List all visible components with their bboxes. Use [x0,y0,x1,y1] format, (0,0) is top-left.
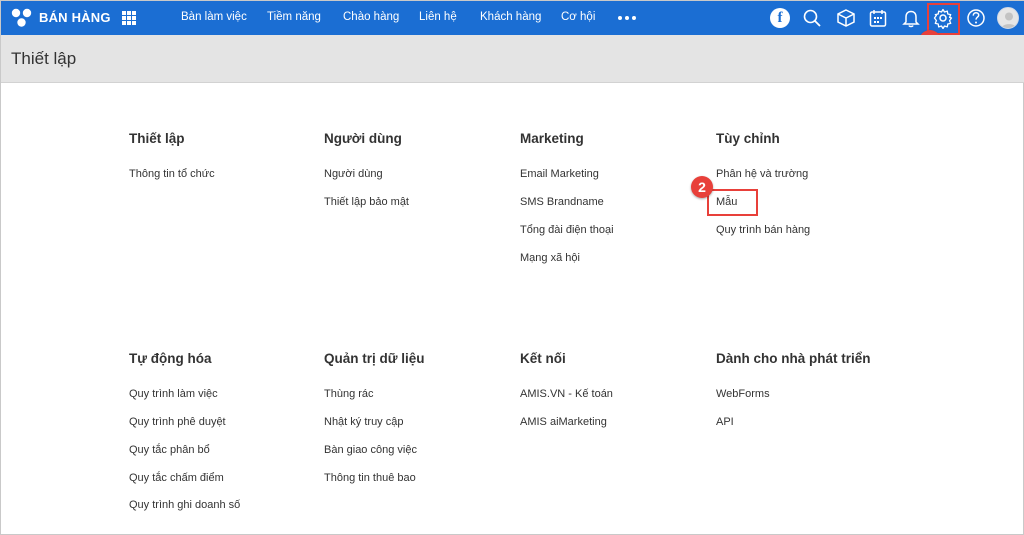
link-quy-trinh-lam-viec[interactable]: Quy trình làm việc [129,388,218,400]
calendar-icon[interactable] [867,7,889,29]
link-thiet-lap-bao-mat[interactable]: Thiết lập bảo mật [324,196,409,208]
link-quy-trinh-ghi-doanh-so[interactable]: Quy trình ghi doanh số [129,499,240,511]
link-phan-he-va-truong[interactable]: Phân hệ và trường [716,168,808,180]
page-title: Thiết lập [11,49,77,68]
top-navbar: BÁN HÀNG Bàn làm việc Tiềm năng Chào hàn… [1,1,1024,35]
link-email-marketing[interactable]: Email Marketing [520,168,599,180]
link-nhat-ky-truy-cap[interactable]: Nhật ký truy cập [324,416,403,428]
section-title-marketing: Marketing [520,131,584,146]
page-header: Thiết lập [1,35,1024,83]
link-ban-giao-cong-viec[interactable]: Bàn giao công việc [324,444,417,456]
box-icon[interactable] [835,7,857,29]
nav-lien-he[interactable]: Liên hệ [419,11,457,23]
facebook-icon[interactable]: f [770,8,790,28]
section-title-tu-dong-hoa: Tự động hóa [129,351,212,366]
nav-ban-lam-viec[interactable]: Bàn làm việc [181,11,247,23]
link-quy-trinh-phe-duyet[interactable]: Quy trình phê duyệt [129,416,226,428]
section-title-danh-cho-nha-phat-trien: Dành cho nhà phát triển [716,351,871,366]
section-title-nguoi-dung: Người dùng [324,131,402,146]
link-quy-tac-phan-bo[interactable]: Quy tắc phân bổ [129,444,210,456]
link-tong-dai-dien-thoai[interactable]: Tổng đài điện thoại [520,224,614,236]
link-thong-tin-to-chuc[interactable]: Thông tin tổ chức [129,168,215,180]
link-webforms[interactable]: WebForms [716,388,770,400]
link-amis-ke-toan[interactable]: AMIS.VN - Kế toán [520,388,613,400]
brand-name[interactable]: BÁN HÀNG [39,10,111,25]
link-nguoi-dung[interactable]: Người dùng [324,168,383,180]
nav-khach-hang[interactable]: Khách hàng [480,11,541,23]
link-thung-rac[interactable]: Thùng rác [324,388,374,400]
link-api[interactable]: API [716,416,734,428]
nav-co-hoi[interactable]: Cơ hội [561,11,595,23]
section-title-tuy-chinh: Tùy chỉnh [716,131,780,146]
app-window: BÁN HÀNG Bàn làm việc Tiềm năng Chào hàn… [0,0,1024,535]
link-quy-tac-cham-diem[interactable]: Quy tắc chấm điểm [129,472,224,484]
link-thong-tin-thue-bao[interactable]: Thông tin thuê bao [324,472,416,484]
app-grid-icon[interactable] [122,11,136,25]
search-icon[interactable] [801,7,823,29]
link-sms-brandname[interactable]: SMS Brandname [520,196,604,208]
bell-icon[interactable] [900,7,922,29]
help-icon[interactable] [965,7,987,29]
section-title-thiet-lap: Thiết lập [129,131,185,146]
user-avatar[interactable] [997,7,1019,29]
step-badge-2: 2 [691,176,713,198]
section-title-quan-tri-du-lieu: Quản trị dữ liệu [324,351,425,366]
link-quy-trinh-ban-hang[interactable]: Quy trình bán hàng [716,224,810,236]
link-mang-xa-hoi[interactable]: Mạng xã hội [520,252,580,264]
user-silhouette-icon [1001,12,1017,28]
more-menu-icon[interactable] [618,16,636,20]
nav-tiem-nang[interactable]: Tiềm năng [267,11,321,23]
link-amis-aimarketing[interactable]: AMIS aiMarketing [520,416,607,428]
section-title-ket-noi: Kết nối [520,351,566,366]
nav-chao-hang[interactable]: Chào hàng [343,11,399,23]
mau-highlight-box [707,189,758,216]
brand-logo-icon [11,8,32,27]
